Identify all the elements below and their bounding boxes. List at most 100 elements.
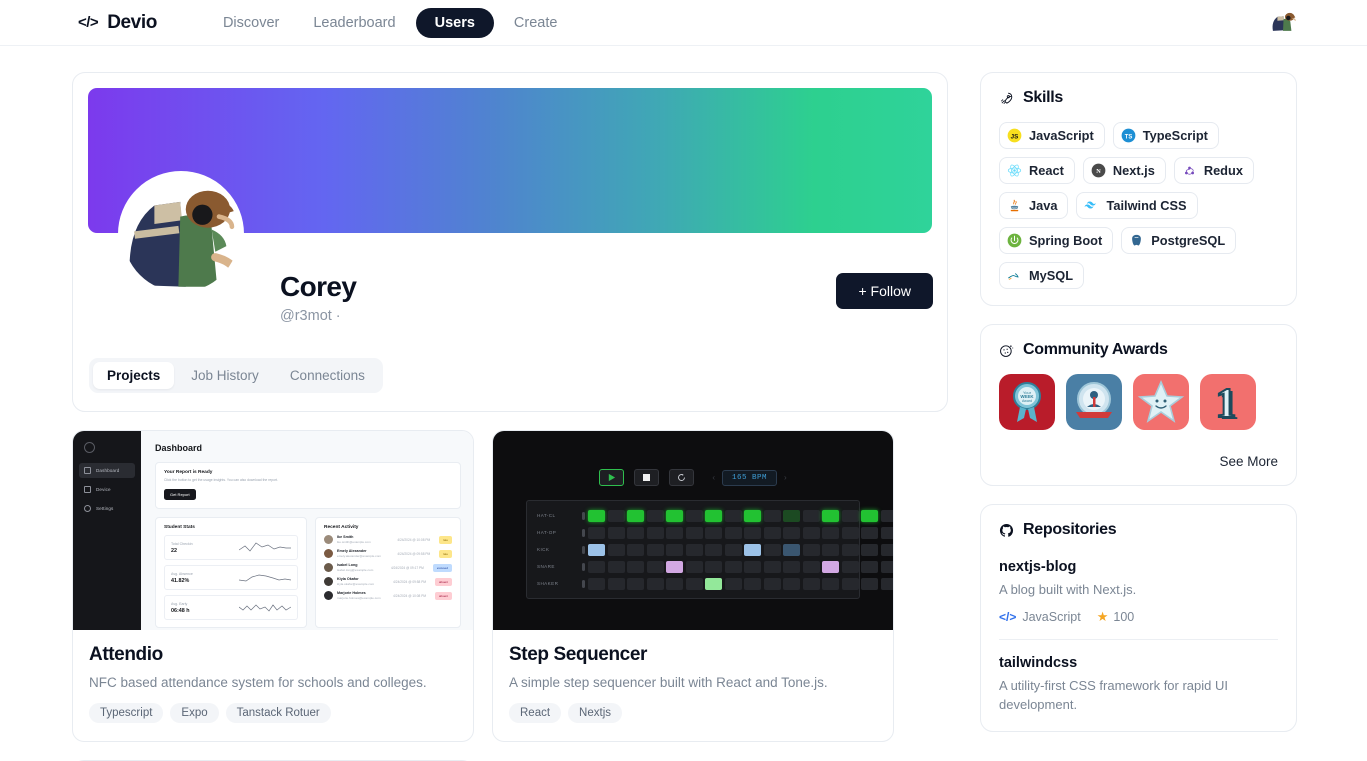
thumb-nav-label: Device <box>96 487 111 492</box>
repository-name[interactable]: tailwindcss <box>999 655 1278 671</box>
thumb-activity-row: Ike Smith ike.smith@example.com 4/24/202… <box>324 535 452 545</box>
thumb-activity-date: 4/24/2024 @ 10:08 PM <box>393 593 426 598</box>
thumb-activity-row: Marjorie Holmes marjorie.holmes@example.… <box>324 591 452 601</box>
skill-nextjs[interactable]: N Next.js <box>1082 157 1166 184</box>
thumb-stat-row: Avg. Absence 41.82% <box>164 565 298 591</box>
bpm-increase-icon: › <box>784 473 787 482</box>
award-ribbon[interactable]: Your WEEK Award <box>999 374 1055 430</box>
rocket-icon <box>1001 92 1013 104</box>
thumb-stat-value: 06:48 h <box>171 607 190 614</box>
thumb-activity-row: Kiyla Okafor kiyla.okafor@example.com 4/… <box>324 577 452 587</box>
postgresql-icon <box>1132 234 1142 246</box>
follow-button[interactable]: + Follow <box>836 273 933 309</box>
profile-avatar[interactable] <box>118 171 244 297</box>
project-tag: Tanstack Rotuer <box>225 703 331 723</box>
thumb-activity-date: 4/24/2024 @ 09:58 PM <box>393 579 426 584</box>
nav-link-leaderboard[interactable]: Leaderboard <box>299 8 409 38</box>
nav-link-discover[interactable]: Discover <box>209 8 293 38</box>
skill-mysql[interactable]: MySQL <box>999 262 1085 289</box>
track-knob-icon <box>578 528 588 537</box>
skill-typescript[interactable]: TS TypeScript <box>1112 122 1219 149</box>
skills-list: JS JavaScript TS TypeScript React N Next… <box>999 122 1278 289</box>
award-medal[interactable] <box>1066 374 1122 430</box>
thumb-activity-row: Isabel Long isabel.long@example.com 4/24… <box>324 563 452 573</box>
sparkline-icon <box>239 604 291 612</box>
top-navigation-bar: </> Devio Discover Leaderboard Users Cre… <box>0 0 1367 46</box>
track-label: SHAKER <box>537 581 559 586</box>
project-tag: Typescript <box>89 703 164 723</box>
project-tag: Nextjs <box>568 703 622 723</box>
track-knob-icon <box>578 562 588 571</box>
repository-name[interactable]: nextjs-blog <box>999 559 1278 575</box>
project-thumbnail-sequencer: ‹ 165 BPM › HAT-CL HAT-OP KICK SNARE SHA… <box>493 431 893 630</box>
repository-item[interactable]: nextjs-blog A blog built with Next.js. <… <box>999 554 1278 625</box>
award-first-place[interactable]: 1 1 <box>1200 374 1256 430</box>
repository-item[interactable]: tailwindcss A utility-first CSS framewor… <box>999 638 1278 715</box>
thumb-report-card: Your Report is Ready Click the button to… <box>155 462 461 510</box>
main-column: Corey @r3mot · + Follow Projects Job His… <box>72 72 948 761</box>
svg-text:JS: JS <box>1011 133 1019 140</box>
track-knob-icon <box>578 511 588 520</box>
redux-icon <box>1184 166 1194 175</box>
skill-label: Java <box>1029 198 1058 213</box>
header-avatar[interactable] <box>1269 8 1297 37</box>
thumb-activity-title: Recent Activity <box>324 525 359 531</box>
project-card-step-sequencer[interactable]: ‹ 165 BPM › HAT-CL HAT-OP KICK SNARE SHA… <box>492 430 894 742</box>
avatar <box>324 563 333 573</box>
mysql-icon <box>1008 273 1019 280</box>
github-icon <box>999 523 1014 537</box>
project-description: A simple step sequencer built with React… <box>509 675 828 690</box>
thumb-stat-value: 22 <box>171 547 177 554</box>
award-star[interactable] <box>1133 374 1189 430</box>
skill-javascript[interactable]: JS JavaScript <box>999 122 1105 149</box>
bpm-decrease-icon: ‹ <box>712 473 715 482</box>
track-label: HAT-OP <box>537 530 557 535</box>
skill-label: PostgreSQL <box>1151 233 1226 248</box>
thumb-activity-email: kiyla.okafor@example.com <box>337 582 375 587</box>
code-icon: </> <box>999 609 1017 624</box>
sequencer-track-row: SNARE <box>532 558 893 575</box>
tab-connections[interactable]: Connections <box>276 362 379 389</box>
thumb-activity-name: Isabel Long <box>337 563 358 568</box>
thumb-activity-date: 4/24/2024 @ 09:58 PM <box>397 551 431 556</box>
project-card-attendio[interactable]: Dashboard Device Settings Dashboard Your… <box>72 430 474 742</box>
project-grid: Dashboard Device Settings Dashboard Your… <box>72 430 948 742</box>
thumb-sidebar: Dashboard Device Settings <box>73 431 141 630</box>
skills-panel-title: Skills <box>1023 89 1064 106</box>
thumb-activity-email: emely.alexander@example.com <box>337 554 382 559</box>
chart-icon <box>84 486 91 493</box>
track-knob-icon <box>578 579 588 588</box>
nav-link-create[interactable]: Create <box>500 8 572 38</box>
code-brackets-icon: </> <box>78 14 99 31</box>
status-badge: absent <box>434 591 452 600</box>
star-icon: ★ <box>1096 608 1109 624</box>
thumb-activity-date: 4/24/2024 @ 10:08 PM <box>397 537 431 542</box>
skill-java[interactable]: Java <box>999 192 1069 219</box>
thumb-nav-label: Dashboard <box>96 468 120 473</box>
thumb-logo-icon <box>84 442 95 453</box>
sequencer-track-row: KICK <box>532 541 893 558</box>
tab-job-history[interactable]: Job History <box>177 362 273 389</box>
skill-label: Tailwind CSS <box>1106 198 1187 213</box>
skill-spring-boot[interactable]: Spring Boot <box>999 227 1114 254</box>
see-more-awards-link[interactable]: See More <box>999 454 1278 469</box>
skill-tailwind-css[interactable]: Tailwind CSS <box>1076 192 1198 219</box>
thumb-nav-label: Settings <box>96 506 114 511</box>
skill-label: MySQL <box>1029 268 1074 283</box>
brand-logo[interactable]: </> Devio <box>78 12 157 34</box>
skill-postgresql[interactable]: PostgreSQL <box>1121 227 1237 254</box>
thumb-activity-email: ike.smith@example.com <box>337 540 371 545</box>
thumb-stat-label: Avg. Early <box>171 601 188 606</box>
skill-redux[interactable]: Redux <box>1173 157 1254 184</box>
thumb-stat-row: Avg. Early 06:48 h <box>164 595 298 621</box>
page-content: Corey @r3mot · + Follow Projects Job His… <box>0 46 1367 761</box>
sparkline-icon <box>239 574 291 582</box>
awards-panel-title: Community Awards <box>1023 341 1168 358</box>
bpm-display: 165 BPM <box>721 469 777 486</box>
thumb-activity-card: Recent Activity Ike Smith ike.smith@exam… <box>315 517 461 629</box>
sidebar-column: Skills JS JavaScript TS TypeScript React… <box>980 72 1297 761</box>
nav-link-users[interactable]: Users <box>415 7 494 38</box>
skill-react[interactable]: React <box>999 157 1075 184</box>
tab-projects[interactable]: Projects <box>93 362 175 389</box>
repository-language: </> JavaScript <box>999 610 1081 624</box>
